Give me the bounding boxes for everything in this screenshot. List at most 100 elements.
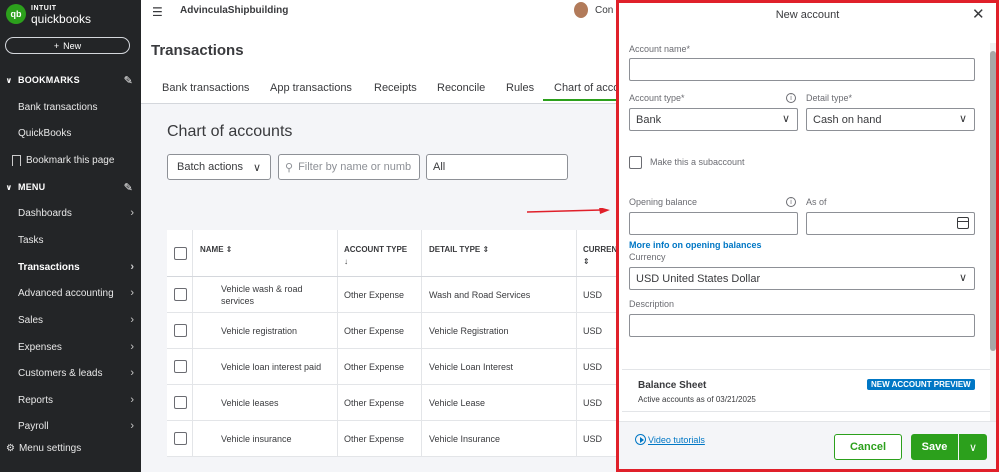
info-icon[interactable]: i — [786, 197, 796, 207]
drawer-scrollbar[interactable] — [990, 43, 996, 421]
company-name: AdvinculaShipbuilding — [180, 5, 289, 16]
currency-value: USD United States Dollar — [636, 272, 761, 285]
avatar[interactable] — [574, 2, 588, 18]
opening-balance-input[interactable] — [629, 212, 798, 235]
status-select[interactable]: All — [426, 154, 568, 180]
close-icon[interactable]: ✕ — [972, 5, 985, 23]
status-select-value: All — [433, 161, 446, 173]
column-header-account-type[interactable]: ACCOUNT TYPE ↓ — [344, 244, 407, 268]
tab-reconcile[interactable]: Reconcile — [437, 82, 485, 94]
row-name[interactable]: Vehicle insurance — [221, 434, 292, 444]
row-currency: USD — [583, 362, 603, 372]
row-checkbox[interactable] — [174, 360, 187, 373]
chevron-down-icon: ∨ — [958, 113, 967, 125]
row-name[interactable]: Vehicle leases — [221, 398, 279, 408]
row-name[interactable]: Vehicle loan interest paid — [221, 362, 321, 372]
menu-settings[interactable]: ⚙ Menu settings — [6, 443, 81, 454]
sidebar-item-dashboards[interactable]: Dashboards › — [0, 202, 141, 224]
select-all-checkbox[interactable] — [174, 247, 187, 260]
sidebar-item-reports[interactable]: Reports › — [0, 389, 141, 411]
sidebar-item-customers-leads[interactable]: Customers & leads › — [0, 362, 141, 384]
save-options-button[interactable]: ∨ — [959, 434, 987, 460]
save-button[interactable]: Save — [911, 434, 958, 460]
qb-logo-icon: qb — [6, 4, 26, 24]
table-row[interactable]: Vehicle registration Other Expense Vehic… — [167, 313, 621, 349]
table-row[interactable]: Vehicle loan interest paid Other Expense… — [167, 349, 621, 385]
tab-app-transactions[interactable]: App transactions — [270, 82, 352, 94]
row-name[interactable]: Vehicle registration — [221, 326, 297, 336]
sidebar-item-payroll[interactable]: Payroll › — [0, 415, 141, 437]
table-row[interactable]: Vehicle insurance Other Expense Vehicle … — [167, 421, 621, 457]
video-tutorials-link[interactable]: Video tutorials — [635, 434, 705, 445]
row-name[interactable]: Vehicle wash & road services — [221, 283, 326, 307]
bookmark-quickbooks[interactable]: QuickBooks — [0, 122, 141, 144]
column-header-detail-type[interactable]: DETAIL TYPE ⇕ — [429, 244, 489, 256]
sidebar-item-label: Dashboards — [18, 207, 72, 219]
opening-balance-info-link[interactable]: More info on opening balances — [629, 240, 762, 250]
new-account-drawer: New account ✕ Account name* Account type… — [616, 0, 999, 472]
sidebar-item-sales[interactable]: Sales › — [0, 309, 141, 331]
row-currency: USD — [583, 290, 603, 300]
sidebar-item-expenses[interactable]: Expenses › — [0, 336, 141, 358]
new-button[interactable]: + New — [5, 37, 130, 54]
user-name[interactable]: Con — [595, 5, 613, 16]
detail-type-label: Detail type* — [806, 93, 853, 103]
row-checkbox[interactable] — [174, 288, 187, 301]
bookmark-this-page[interactable]: Bookmark this page — [0, 149, 141, 171]
preview-title: Balance Sheet — [638, 380, 707, 391]
row-checkbox[interactable] — [174, 396, 187, 409]
account-name-input[interactable] — [629, 58, 975, 81]
sidebar-item-label: Advanced accounting — [18, 287, 114, 299]
column-header-currency[interactable]: CURREN ⇕ — [583, 244, 617, 268]
hamburger-menu-icon[interactable]: ☰ — [152, 5, 163, 19]
sidebar-item-label: Customers & leads — [18, 367, 103, 379]
table-row[interactable]: Vehicle leases Other Expense Vehicle Lea… — [167, 385, 621, 421]
tab-receipts[interactable]: Receipts — [374, 82, 417, 94]
subaccount-checkbox[interactable] — [629, 156, 642, 169]
chevron-right-icon: › — [130, 207, 134, 219]
sidebar-item-tasks[interactable]: Tasks — [0, 229, 141, 251]
row-checkbox[interactable] — [174, 324, 187, 337]
sidebar-item-label: Tasks — [18, 234, 44, 246]
detail-type-value: Cash on hand — [813, 113, 882, 126]
menu-header-label: MENU — [18, 182, 46, 192]
currency-select[interactable]: USD United States Dollar ∨ — [629, 267, 975, 290]
filter-input[interactable]: ⚲ Filter by name or numb — [278, 154, 420, 180]
account-name-label: Account name* — [629, 44, 691, 54]
menu-settings-label: Menu settings — [18, 443, 82, 454]
scrollbar-thumb[interactable] — [990, 51, 996, 351]
sidebar-item-transactions[interactable]: Transactions › — [0, 256, 141, 278]
description-input[interactable] — [629, 314, 975, 337]
detail-type-select[interactable]: Cash on hand ∨ — [806, 108, 975, 131]
bookmark-bank-transactions[interactable]: Bank transactions — [0, 96, 141, 118]
gear-icon: ⚙ — [6, 443, 15, 454]
tab-chart-of-accounts[interactable]: Chart of acco — [543, 82, 616, 101]
tab-bank-transactions[interactable]: Bank transactions — [162, 82, 249, 94]
opening-balance-label: Opening balance — [629, 197, 698, 207]
bookmarks-header[interactable]: ∨ BOOKMARKS ✎ — [0, 69, 141, 91]
row-currency: USD — [583, 434, 603, 444]
calendar-icon[interactable] — [957, 217, 969, 229]
sidebar-item-label: Sales — [18, 314, 44, 326]
cancel-button[interactable]: Cancel — [834, 434, 902, 460]
quickbooks-logo[interactable]: qb INTUIT quickbooks — [6, 4, 91, 25]
row-currency: USD — [583, 398, 603, 408]
tab-rules[interactable]: Rules — [506, 82, 534, 94]
batch-actions-button[interactable]: Batch actions ∨ — [167, 154, 271, 180]
pencil-icon[interactable]: ✎ — [124, 181, 133, 194]
bookmark-label: Bookmark this page — [26, 154, 115, 166]
menu-header[interactable]: ∨ MENU ✎ — [0, 176, 141, 198]
table-row[interactable]: Vehicle wash & road services Other Expen… — [167, 277, 621, 313]
row-checkbox[interactable] — [174, 432, 187, 445]
drawer-title: New account — [775, 9, 840, 21]
info-icon[interactable]: i — [786, 93, 796, 103]
sidebar-item-advanced-accounting[interactable]: Advanced accounting › — [0, 282, 141, 304]
row-detail-type: Vehicle Loan Interest — [429, 362, 514, 372]
column-header-name[interactable]: NAME ⇕ — [200, 244, 233, 256]
row-account-type: Other Expense — [344, 326, 405, 336]
account-type-select[interactable]: Bank ∨ — [629, 108, 798, 131]
chevron-right-icon: › — [130, 367, 134, 379]
pencil-icon[interactable]: ✎ — [124, 74, 133, 87]
as-of-date-input[interactable] — [806, 212, 975, 235]
chevron-down-icon: ∨ — [958, 272, 967, 284]
